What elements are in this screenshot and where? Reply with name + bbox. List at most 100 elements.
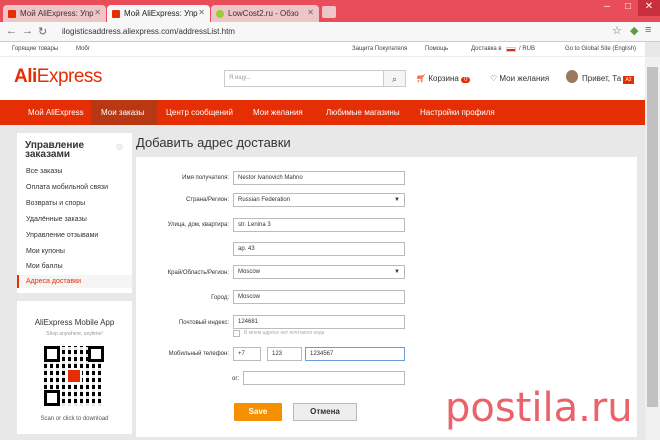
- hot-products-link[interactable]: Горящие товары: [12, 46, 58, 52]
- cart-link[interactable]: 🛒︎ Корзина 0: [416, 74, 471, 83]
- cart-icon: 🛒︎: [416, 74, 427, 83]
- browser-tab-bar: Мой AliExpress: Упр ✕ Мой AliExpress: Уп…: [0, 0, 660, 22]
- reload-icon[interactable]: ↻: [38, 25, 47, 38]
- city-input[interactable]: Moscow: [233, 290, 405, 304]
- new-tab-button[interactable]: [322, 6, 336, 18]
- back-arrow-icon[interactable]: ←: [6, 25, 17, 37]
- page-title: Добавить адрес доставки: [136, 135, 291, 150]
- browser-tab[interactable]: Мой AliExpress: Упр ✕: [3, 5, 106, 22]
- delivery-selector[interactable]: Доставка в: [471, 46, 502, 52]
- phone-label: Мобильный телефон:: [168, 351, 229, 357]
- nav-wishlist[interactable]: Мои желания: [253, 108, 303, 117]
- no-zip-checkbox[interactable]: [233, 330, 240, 337]
- cancel-button[interactable]: Отмена: [293, 403, 357, 421]
- close-tab-icon[interactable]: ✕: [198, 8, 205, 17]
- tab-title: Мой AliExpress: Упр: [20, 9, 94, 18]
- logo-ali-text: Ali: [14, 66, 37, 87]
- help-link[interactable]: Помощь: [425, 46, 448, 52]
- orders-sidebar: Управление заказами ◎ Все заказы Оплата …: [17, 133, 132, 293]
- browser-tab-active[interactable]: Мой AliExpress: Упр ✕: [107, 5, 210, 22]
- tab-title: Мой AliExpress: Упр: [124, 9, 198, 18]
- aliexpress-favicon-icon: [112, 10, 120, 18]
- nav-favorite-stores[interactable]: Любимые магазины: [326, 108, 400, 117]
- region-label: Край/Область/Регион:: [167, 270, 229, 276]
- lowcost-favicon-icon: [216, 10, 224, 18]
- user-level-badge: A2: [623, 76, 634, 84]
- star-icon[interactable]: ☆: [612, 24, 622, 37]
- qr-code-icon[interactable]: [44, 346, 104, 406]
- global-site-link[interactable]: Go to Global Site (English): [565, 46, 636, 52]
- aliexpress-logo[interactable]: AliExpress: [14, 66, 102, 88]
- country-value: Russian Federation: [238, 197, 291, 203]
- sidebar-item-all-orders[interactable]: Все заказы: [26, 168, 62, 175]
- search-button[interactable]: ⌕: [384, 70, 406, 87]
- heart-icon: ♡: [490, 74, 498, 83]
- site-top-strip: Горящие товары Мобг Защита Покупателя По…: [0, 42, 645, 57]
- nav-my-orders[interactable]: Мои заказы: [101, 108, 144, 117]
- cart-label: Корзина: [428, 74, 459, 83]
- close-window-icon[interactable]: ✕: [638, 0, 660, 16]
- avatar[interactable]: [566, 70, 578, 83]
- nav-message-center[interactable]: Центр сообщений: [166, 108, 233, 117]
- sidebar-item-points[interactable]: Мои баллы: [26, 263, 63, 270]
- street-input[interactable]: str. Lenina 3: [233, 218, 405, 232]
- street-label: Улица, дом, квартира:: [167, 222, 229, 228]
- nav-my-aliexpress[interactable]: Мой AliExpress: [28, 108, 84, 117]
- collapse-icon[interactable]: ◎: [116, 142, 123, 151]
- mobile-link[interactable]: Мобг: [76, 46, 90, 52]
- region-select[interactable]: Moscow ▼: [233, 265, 405, 279]
- search-input[interactable]: Я ищу...: [224, 70, 384, 87]
- app-promo-subtitle: Shop anywhere, anytime!: [46, 331, 103, 337]
- mobile-app-promo[interactable]: AliExpress Mobile App Shop anywhere, any…: [17, 301, 132, 434]
- sidebar-item-mobile-payment[interactable]: Оплата мобильной связи: [26, 184, 108, 191]
- extension-icon[interactable]: ◆: [630, 24, 638, 37]
- close-tab-icon[interactable]: ✕: [307, 8, 314, 17]
- save-button[interactable]: Save: [234, 403, 282, 421]
- scrollbar-thumb[interactable]: [647, 67, 658, 407]
- alt-phone-label: or:: [231, 376, 239, 382]
- menu-icon[interactable]: ≡: [645, 24, 651, 36]
- close-tab-icon[interactable]: ✕: [94, 8, 101, 17]
- app-promo-title: AliExpress Mobile App: [34, 318, 115, 327]
- wishlist-link[interactable]: ♡ Мои желания: [490, 74, 549, 83]
- country-label: Страна/Регион:: [185, 197, 229, 203]
- nav-profile-settings[interactable]: Настройки профиля: [420, 108, 495, 117]
- sidebar-item-returns[interactable]: Возвраты и споры: [26, 200, 85, 207]
- browser-tab[interactable]: LowCost2.ru - Обзо ✕: [211, 5, 319, 22]
- buyer-protection-link[interactable]: Защита Покупателя: [352, 46, 407, 52]
- russia-flag-icon: [506, 47, 516, 52]
- sidebar-item-coupons[interactable]: Мои купоны: [26, 248, 65, 255]
- aliexpress-favicon-icon: [8, 10, 16, 18]
- dropdown-arrow-icon: ▼: [394, 269, 400, 275]
- sidebar-item-deleted-orders[interactable]: Удалённые заказы: [26, 216, 87, 223]
- phone-country-code-input[interactable]: +7: [233, 347, 261, 361]
- main-nav: Мой AliExpress Мои заказы Центр сообщени…: [0, 100, 645, 125]
- user-greeting[interactable]: Привет, Та A2: [582, 74, 634, 84]
- watermark: postila.ru: [445, 385, 633, 431]
- sidebar-item-addresses[interactable]: Адреса доставки: [26, 278, 81, 285]
- street2-input[interactable]: ap. 43: [233, 242, 405, 256]
- no-zip-label: В моем адресе нет почтового кода: [244, 330, 325, 336]
- app-promo-cta[interactable]: Scan or click to download: [17, 416, 132, 422]
- logo-express-text: Express: [36, 66, 103, 87]
- url-input[interactable]: ilogisticsaddress.aliexpress.com/address…: [58, 25, 610, 39]
- sidebar-item-feedback[interactable]: Управление отзывами: [26, 232, 98, 239]
- country-select[interactable]: Russian Federation ▼: [233, 193, 405, 207]
- minimize-icon[interactable]: –: [596, 0, 618, 16]
- maximize-icon[interactable]: □: [617, 0, 639, 16]
- zip-input[interactable]: 124681: [233, 315, 405, 329]
- tab-title: LowCost2.ru - Обзо: [228, 9, 299, 18]
- phone-number-input[interactable]: 1234567: [305, 347, 405, 361]
- sidebar-title: Управление заказами: [25, 140, 85, 160]
- site-header: AliExpress Я ищу... ⌕ 🛒︎ Корзина 0 ♡ Мои…: [0, 57, 645, 100]
- currency-selector[interactable]: / RUB: [519, 46, 535, 52]
- phone-area-code-input[interactable]: 123: [267, 347, 302, 361]
- recipient-name-input[interactable]: Nestor Ivanovich Mahno: [233, 171, 405, 185]
- city-label: Город:: [211, 295, 229, 301]
- alt-phone-input[interactable]: [243, 371, 405, 385]
- dropdown-arrow-icon: ▼: [394, 197, 400, 203]
- forward-arrow-icon[interactable]: →: [22, 25, 33, 37]
- zip-label: Почтовый индекс:: [178, 320, 229, 326]
- region-value: Moscow: [238, 269, 261, 275]
- wishlist-label: Мои желания: [499, 74, 550, 83]
